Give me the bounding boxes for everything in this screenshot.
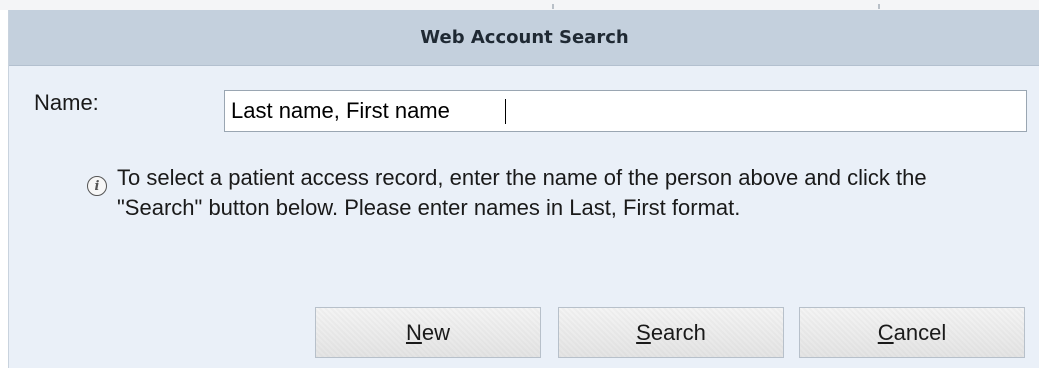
text-caret	[505, 99, 506, 124]
search-button[interactable]: Search	[558, 307, 784, 358]
name-label: Name:	[34, 90, 99, 115]
web-account-search-dialog: Web Account Search Name: i To select a p…	[8, 10, 1039, 368]
name-input[interactable]	[224, 90, 1027, 132]
background-window-strip	[0, 0, 1039, 10]
search-button-label: earch	[650, 319, 706, 345]
cancel-button-accelerator: C	[877, 319, 894, 345]
background-divider	[878, 4, 880, 9]
info-message: To select a patient access record, enter…	[117, 165, 927, 220]
search-button-accelerator: S	[636, 319, 651, 345]
new-button[interactable]: New	[315, 307, 541, 358]
cancel-button[interactable]: Cancel	[799, 307, 1025, 358]
new-button-accelerator: N	[405, 319, 422, 345]
background-divider	[552, 4, 554, 9]
cancel-button-label: ancel	[893, 319, 947, 345]
info-icon: i	[87, 176, 107, 196]
new-button-label: ew	[421, 319, 450, 345]
dialog-title: Web Account Search	[9, 10, 1039, 66]
